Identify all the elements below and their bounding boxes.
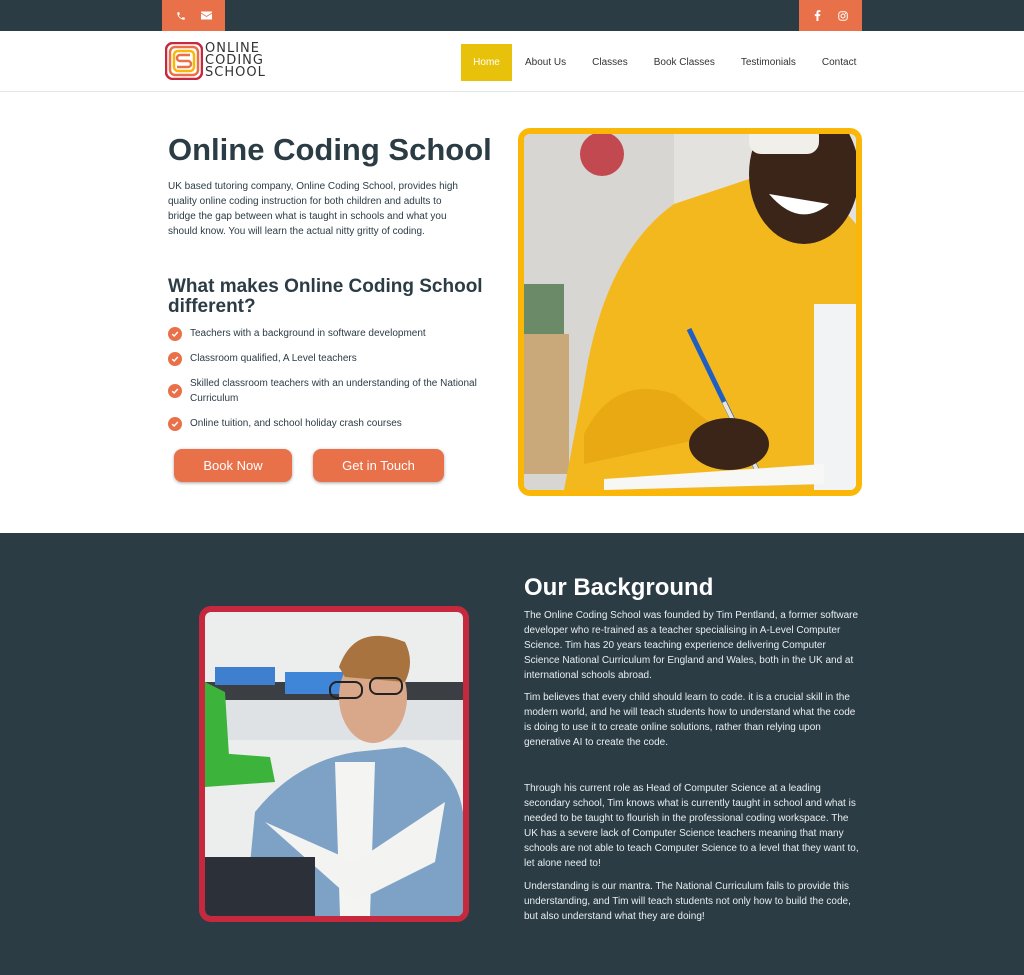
logo-line-3: SCHOOL bbox=[205, 65, 266, 80]
check-circle-icon bbox=[168, 351, 182, 366]
feature-item: Skilled classroom teachers with an under… bbox=[168, 376, 488, 406]
about-title: Our Background bbox=[524, 574, 714, 601]
features-heading: What makes Online Coding School differen… bbox=[168, 276, 483, 317]
about-paragraph-3: Through his current role as Head of Comp… bbox=[524, 783, 859, 869]
nav-about-us[interactable]: About Us bbox=[512, 44, 579, 81]
contact-icons bbox=[162, 0, 225, 31]
about-photo bbox=[199, 606, 469, 922]
nav-home[interactable]: Home bbox=[461, 44, 512, 81]
feature-text: Teachers with a background in software d… bbox=[190, 328, 426, 339]
email-icon[interactable] bbox=[200, 11, 212, 20]
hero-intro: UK based tutoring company, Online Coding… bbox=[168, 181, 458, 237]
nav-classes[interactable]: Classes bbox=[579, 44, 641, 81]
check-circle-icon bbox=[168, 416, 182, 431]
logo-mark-icon bbox=[164, 41, 204, 81]
main-header: ONLINE CODING SCHOOL Home About Us Class… bbox=[0, 31, 1024, 92]
logo-wordmark: ONLINE CODING SCHOOL bbox=[205, 42, 266, 80]
teacher-photo-illustration bbox=[205, 612, 463, 916]
get-in-touch-button[interactable]: Get in Touch bbox=[313, 449, 444, 482]
nav-contact[interactable]: Contact bbox=[809, 44, 869, 81]
instagram-icon[interactable] bbox=[837, 10, 848, 21]
book-now-button[interactable]: Book Now bbox=[174, 449, 292, 482]
feature-item: Teachers with a background in software d… bbox=[168, 326, 488, 341]
feature-item: Classroom qualified, A Level teachers bbox=[168, 351, 488, 366]
main-nav: Home About Us Classes Book Classes Testi… bbox=[461, 44, 869, 81]
check-circle-icon bbox=[168, 384, 182, 398]
feature-item: Online tuition, and school holiday crash… bbox=[168, 416, 488, 431]
social-icons bbox=[799, 0, 862, 31]
feature-text: Classroom qualified, A Level teachers bbox=[190, 353, 357, 364]
feature-text: Online tuition, and school holiday crash… bbox=[190, 418, 402, 429]
about-paragraph-2: Tim believes that every child should lea… bbox=[524, 692, 856, 748]
phone-icon[interactable] bbox=[176, 11, 186, 21]
hero-photo bbox=[518, 128, 862, 496]
hero-title: Online Coding School bbox=[168, 132, 492, 167]
about-paragraph-4: Understanding is our mantra. The Nationa… bbox=[524, 881, 851, 922]
check-circle-icon bbox=[168, 326, 182, 341]
facebook-icon[interactable] bbox=[814, 10, 821, 21]
about-paragraph-1: The Online Coding School was founded by … bbox=[524, 610, 859, 681]
student-photo-illustration bbox=[524, 134, 856, 490]
top-bar bbox=[0, 0, 1024, 31]
about-section bbox=[0, 533, 1024, 975]
site-logo[interactable]: ONLINE CODING SCHOOL bbox=[164, 41, 266, 81]
nav-testimonials[interactable]: Testimonials bbox=[728, 44, 809, 81]
nav-book-classes[interactable]: Book Classes bbox=[641, 44, 728, 81]
feature-text: Skilled classroom teachers with an under… bbox=[190, 378, 477, 404]
features-list: Teachers with a background in software d… bbox=[168, 326, 488, 441]
